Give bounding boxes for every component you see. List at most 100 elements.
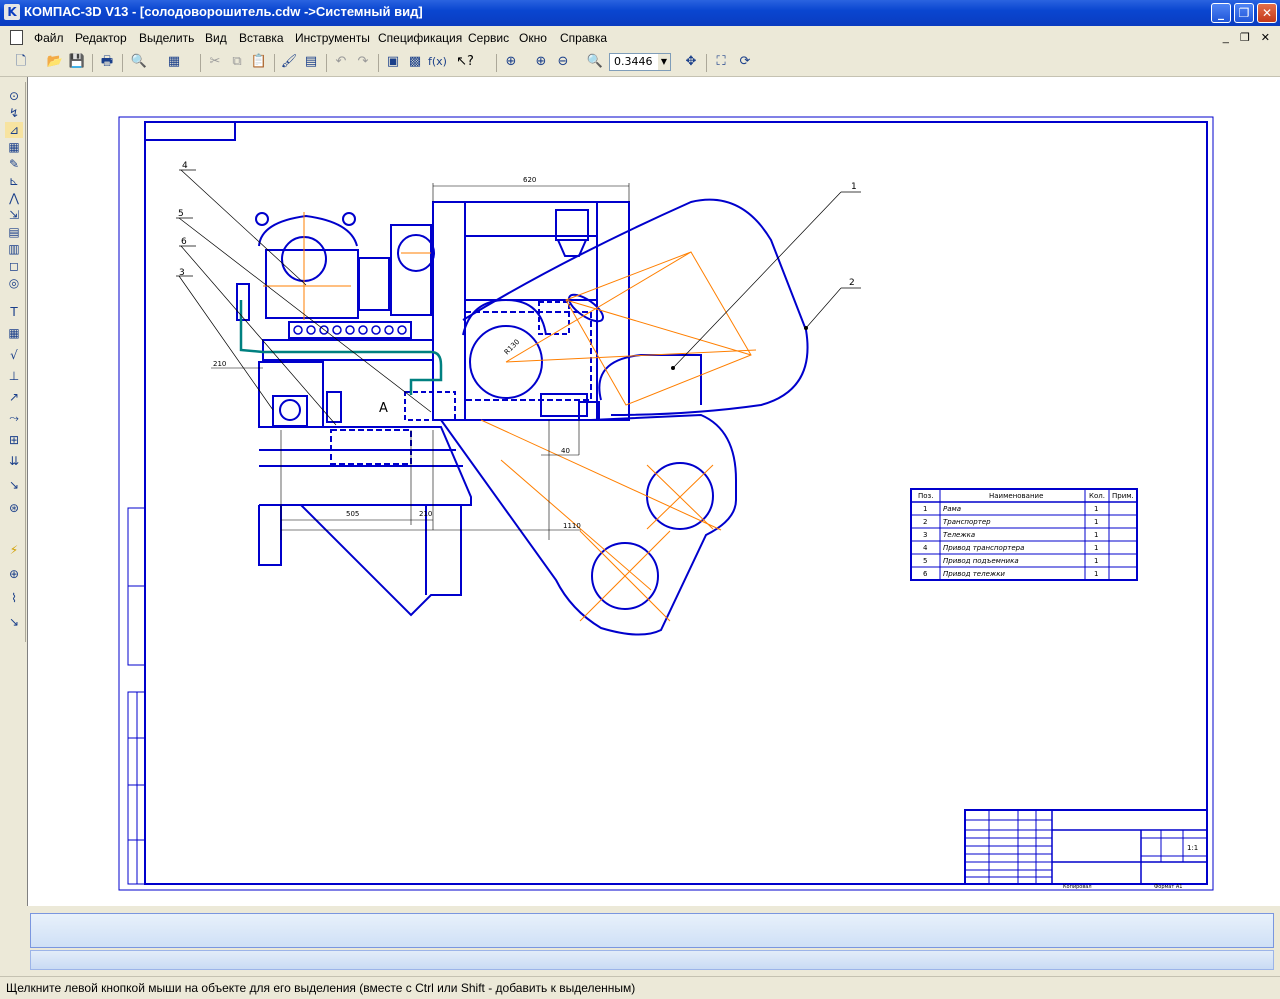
save-icon[interactable]: 💾 [68,53,86,71]
refresh-icon[interactable]: ⟳ [736,53,754,71]
arrow-icon[interactable]: ↘ [5,614,23,630]
spec-row-pos: 1 [923,505,927,513]
spec-row-pos: 3 [923,531,927,539]
cut-icon[interactable]: ✂ [206,53,224,71]
dimensions-icon[interactable]: ⊿ [5,122,23,138]
app-icon: K [4,4,20,20]
dim-210-b: 210 [419,510,432,518]
spec-header-pos: Поз. [918,492,934,500]
spec-row-qty: 1 [1094,531,1098,539]
dim-505: 505 [346,510,359,518]
spec-icon[interactable]: ▤ [5,224,23,240]
view-icon[interactable]: ◻ [5,258,23,274]
table-icon[interactable]: ▦ [5,325,23,341]
drawing-area[interactable]: 620 210 505 210 1110 40 R130 A 1 2 3 4 5… [27,77,1280,906]
hatch-icon[interactable]: ⊛ [5,500,23,516]
grid-icon[interactable]: ▦ [5,139,23,155]
dim-620: 620 [523,176,536,184]
status-bar: Щелкните левой кнопкой мыши на объекте д… [0,976,1280,999]
menu-help[interactable]: Справка [560,31,607,45]
document-properties-icon[interactable]: ▤ [302,53,320,71]
menu-view[interactable]: Вид [205,31,227,45]
cut-line-icon[interactable]: ⇊ [5,453,23,469]
zoom-scale-icon[interactable]: 🔍 [586,53,604,71]
minimize-button[interactable]: _ [1211,3,1231,23]
parametric-icon[interactable]: ⊾ [5,173,23,189]
lightning-icon[interactable]: ⚡ [5,542,23,558]
help-pointer-icon[interactable]: ↖? [456,53,474,71]
zoom-window-icon[interactable]: ⊕ [502,53,520,71]
spec-row-pos: 5 [923,557,927,565]
wave-line-icon[interactable]: ⌇ [5,590,23,606]
drawing-canvas[interactable]: 620 210 505 210 1110 40 R130 A 1 2 3 4 5… [28,77,1280,905]
property-panel-tabs[interactable] [30,950,1274,970]
reports-icon[interactable]: ▥ [5,241,23,257]
callout-6: 6 [181,237,187,247]
pan-icon[interactable]: ✥ [682,53,700,71]
spec-row-qty: 1 [1094,518,1098,526]
callout-5: 5 [178,209,184,219]
text-icon[interactable]: T [5,304,23,320]
undo-icon[interactable]: ↶ [332,53,350,71]
library-icon[interactable]: ◎ [5,275,23,291]
title-bar: K КОМПАС-3D V13 - [солодоворошитель.cdw … [0,0,1280,26]
leader-icon[interactable]: ↗ [5,389,23,405]
zoom-input[interactable]: 0.3446 ▼ [609,53,671,71]
measure-icon[interactable]: ⋀ [5,190,23,206]
geometry-icon[interactable]: ⊙ [5,88,23,104]
spec-row-pos: 6 [923,570,928,578]
manager-icon[interactable]: ▣ [384,53,402,71]
chevron-down-icon[interactable]: ▼ [658,54,670,70]
menu-window[interactable]: Окно [519,31,547,45]
roughness-icon[interactable]: √ [5,347,23,363]
snap-icon[interactable]: ↯ [5,105,23,121]
close-button[interactable]: ✕ [1257,3,1277,23]
variables-icon[interactable]: f(x) [428,53,447,71]
zoom-in-icon[interactable]: ⊕ [532,53,550,71]
zoom-out-icon[interactable]: ⊖ [554,53,572,71]
callout-2: 2 [849,278,855,288]
show-all-icon[interactable]: ⛶ [712,53,730,71]
base-icon[interactable]: ⊥ [5,368,23,384]
center-mark-icon[interactable]: ⊕ [5,566,23,582]
print-icon[interactable]: 🖶 [98,53,116,71]
menu-bar: Файл Редактор Выделить Вид Вставка Инстр… [0,27,1280,49]
spec-row-name: Привод транспортера [943,544,1024,552]
properties-icon[interactable]: ▦ [165,53,183,71]
property-panel[interactable] [30,913,1274,948]
document-icon[interactable] [10,30,23,45]
paste-icon[interactable]: 📋 [250,53,268,71]
callout-4: 4 [182,161,188,171]
position-icon[interactable]: ⤳ [5,410,23,426]
open-folder-icon[interactable]: 📂 [46,53,64,71]
spec-row-pos: 2 [923,518,927,526]
format-label: Формат А1 [1154,884,1182,890]
tolerance-icon[interactable]: ⊞ [5,432,23,448]
format-brush-icon[interactable]: 🖌 [280,53,298,71]
library-icon[interactable]: ▩ [406,53,424,71]
spec-row-name: Привод подъемника [943,557,1019,565]
section-label: A [379,401,388,416]
title-block-scale: 1:1 [1187,844,1198,852]
redo-icon[interactable]: ↷ [354,53,372,71]
menu-insert[interactable]: Вставка [239,31,284,45]
menu-select[interactable]: Выделить [139,31,194,45]
window-title: КОМПАС-3D V13 - [солодоворошитель.cdw ->… [24,4,423,19]
copy-icon[interactable]: ⧉ [228,53,246,71]
edit-icon[interactable]: ✎ [5,156,23,172]
view-arrow-icon[interactable]: ↘ [5,477,23,493]
menu-editor[interactable]: Редактор [75,31,127,45]
new-document-icon[interactable]: 🗋 [12,53,30,71]
preview-icon[interactable]: 🔍 [130,53,148,71]
maximize-button[interactable]: ❐ [1234,3,1254,23]
spec-row-qty: 1 [1094,570,1098,578]
select-icon[interactable]: ⇲ [5,207,23,223]
menu-tools[interactable]: Инструменты [295,31,370,45]
spec-row-qty: 1 [1094,505,1098,513]
menu-service[interactable]: Сервис [468,31,509,45]
spec-header-name: Наименование [989,492,1043,500]
menu-file[interactable]: Файл [34,31,64,45]
spec-row-name: Привод тележки [943,570,1005,578]
menu-specification[interactable]: Спецификация [378,31,462,45]
mdi-window-controls[interactable]: _ ❐ ✕ [1223,31,1274,44]
